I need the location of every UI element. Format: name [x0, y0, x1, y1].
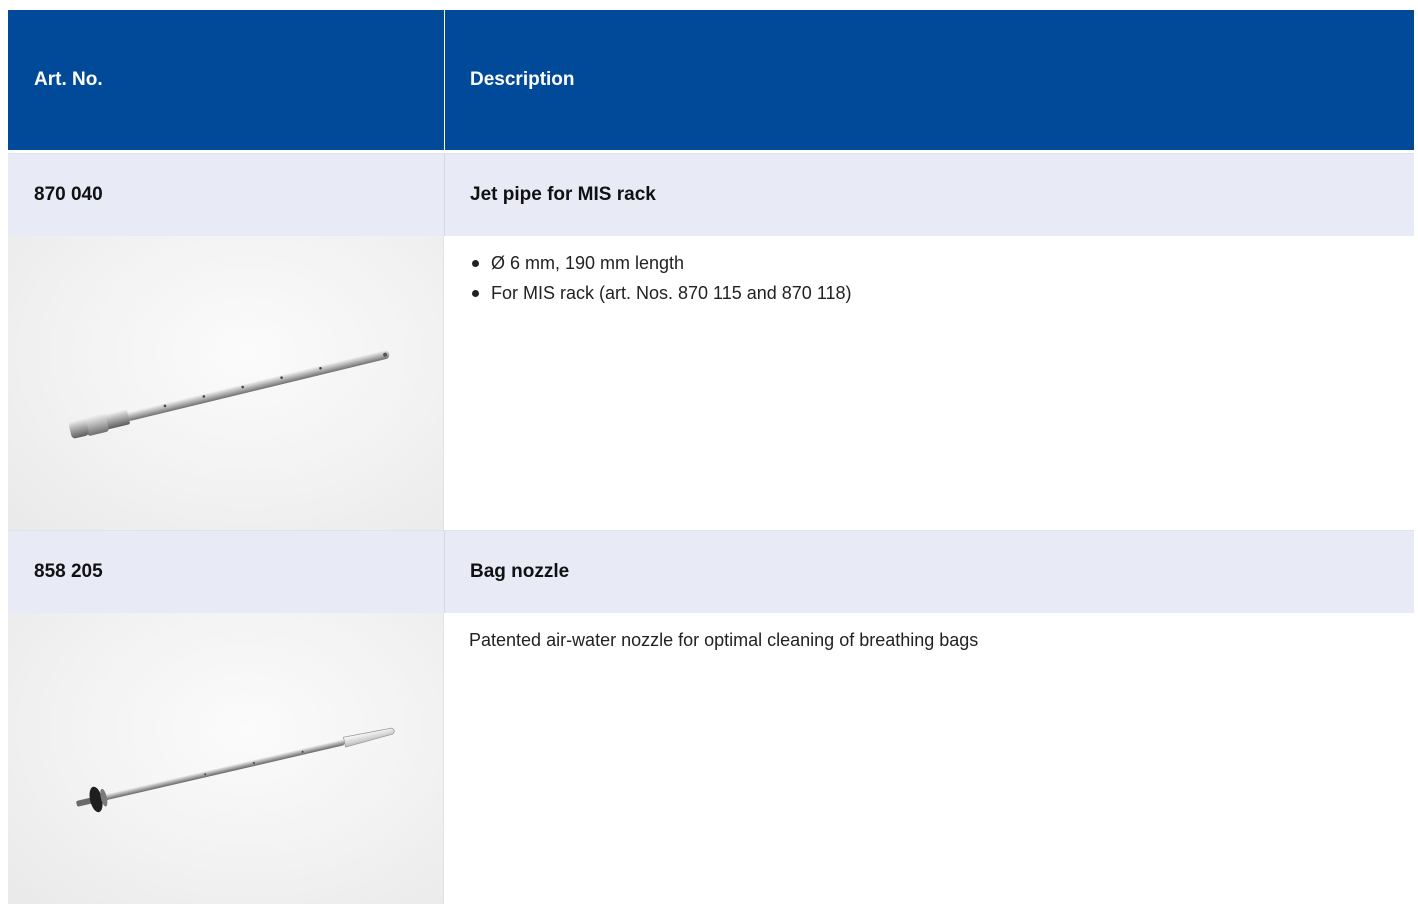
product-detail-row: Ø 6 mm, 190 mm length For MIS rack (art.…	[8, 236, 1414, 530]
list-item: Ø 6 mm, 190 mm length	[469, 248, 1414, 278]
jet-pipe-image	[68, 350, 390, 439]
header-description: Description	[444, 10, 1414, 150]
art-number: 858 205	[34, 561, 103, 582]
table-header: Art. No. Description	[8, 10, 1414, 150]
product-title-row: 858 205 Bag nozzle	[8, 530, 1414, 613]
product-title-row: 870 040 Jet pipe for MIS rack	[8, 153, 1414, 236]
bag-nozzle-image	[76, 727, 395, 813]
header-art-no: Art. No.	[34, 69, 103, 90]
bag-nozzle-photo	[8, 613, 444, 904]
list-item: For MIS rack (art. Nos. 870 115 and 870 …	[469, 278, 1414, 308]
jet-pipe-photo	[8, 236, 444, 530]
product-detail-row: Patented air-water nozzle for optimal cl…	[8, 613, 1414, 904]
product-title: Jet pipe for MIS rack	[444, 154, 1414, 236]
product-title: Bag nozzle	[444, 531, 1414, 613]
description-text: Patented air-water nozzle for optimal cl…	[469, 630, 979, 650]
spec-list: Ø 6 mm, 190 mm length For MIS rack (art.…	[469, 248, 1414, 308]
art-number: 870 040	[34, 184, 103, 205]
product-description: Patented air-water nozzle for optimal cl…	[444, 613, 1414, 904]
product-description: Ø 6 mm, 190 mm length For MIS rack (art.…	[444, 236, 1414, 530]
product-table: Art. No. Description 870 040 Jet pipe fo…	[8, 10, 1414, 904]
